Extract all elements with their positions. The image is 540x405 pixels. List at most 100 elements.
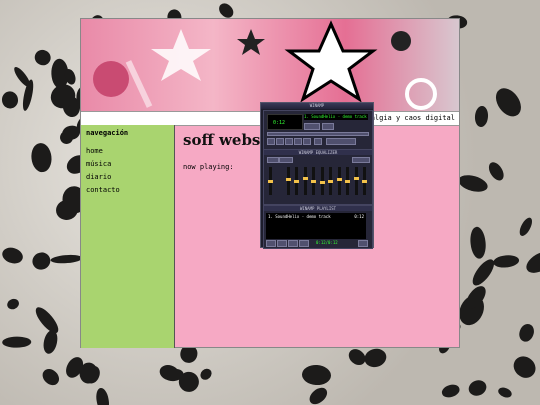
leopard-spot	[516, 215, 534, 238]
time-display: 0:12	[273, 120, 286, 126]
eq-slider-knob[interactable]	[294, 179, 299, 183]
eq-slider-knob[interactable]	[311, 179, 316, 183]
balance-slider[interactable]	[322, 123, 334, 130]
peace-sign	[405, 78, 437, 110]
eq-slider-knob[interactable]	[285, 178, 291, 182]
playlist-title: WINAMP PLAYLIST	[264, 206, 372, 211]
eq-slider-knob[interactable]	[268, 179, 273, 183]
seek-bar[interactable]	[267, 132, 369, 136]
leopard-spot	[30, 249, 54, 273]
guitar-neck	[125, 60, 153, 108]
eq-slider[interactable]	[311, 167, 316, 195]
prev-button[interactable]	[267, 138, 275, 145]
leopard-spot	[198, 366, 215, 382]
eq-slider-knob[interactable]	[319, 180, 325, 184]
leopard-spot	[492, 253, 520, 269]
leopard-spot	[469, 226, 488, 260]
playlist-time: 0:12/0:12	[316, 240, 338, 245]
leopard-spot	[30, 141, 54, 174]
leopard-spot	[5, 296, 21, 311]
eq-slider-knob[interactable]	[353, 177, 359, 180]
leopard-spot	[41, 329, 60, 356]
leopard-spot	[39, 366, 63, 389]
leopard-spot	[1, 336, 31, 348]
eq-slider[interactable]	[336, 167, 342, 195]
eq-slider[interactable]	[294, 167, 299, 195]
eq-presets-button[interactable]	[352, 157, 370, 163]
leopard-spot	[485, 159, 507, 184]
visualizer: 0:12	[267, 114, 303, 130]
pl-add-button[interactable]	[266, 240, 276, 247]
star-shape	[151, 29, 211, 81]
pl-list-button[interactable]	[358, 240, 368, 247]
banner-art	[93, 20, 437, 110]
leopard-spot	[441, 382, 462, 399]
leopard-spot	[32, 47, 54, 69]
eq-slider[interactable]	[328, 167, 333, 195]
eq-slider-knob[interactable]	[328, 179, 333, 183]
playlist-list: 1. SoundHelix - demo track 0:12	[266, 213, 366, 239]
pl-select-button[interactable]	[288, 240, 298, 247]
header-banner	[81, 19, 459, 111]
big-star-shape	[284, 20, 378, 103]
pause-button[interactable]	[285, 138, 293, 145]
eq-slider[interactable]	[302, 167, 308, 195]
winamp-main-window: 0:12 1. SoundHelix - demo track	[263, 110, 373, 150]
leopard-spot	[306, 384, 330, 405]
eq-slider-knob[interactable]	[345, 179, 350, 183]
eq-slider[interactable]	[345, 167, 350, 195]
eject-button[interactable]	[314, 138, 322, 145]
winamp-title[interactable]: WINAMP	[261, 103, 373, 109]
eq-slider[interactable]	[285, 167, 291, 195]
eq-slider-knob[interactable]	[336, 178, 342, 182]
playlist-item[interactable]: 1. SoundHelix - demo track 0:12	[266, 213, 366, 220]
leopard-spot	[362, 346, 389, 371]
leopard-spot	[491, 83, 527, 121]
drum-shape	[391, 31, 411, 51]
leopard-spot	[345, 345, 369, 369]
leopard-spot	[0, 89, 20, 110]
leopard-spot	[466, 377, 489, 399]
heart-blob	[93, 61, 129, 97]
eq-slider[interactable]	[353, 167, 359, 195]
song-title-display: 1. SoundHelix - demo track	[304, 114, 368, 120]
next-button[interactable]	[303, 138, 311, 145]
eq-slider-knob[interactable]	[362, 179, 367, 183]
small-star-shape	[237, 29, 265, 55]
leopard-spot	[509, 352, 540, 383]
equalizer-window: WINAMP EQUALIZER	[263, 149, 373, 205]
pl-misc-button[interactable]	[299, 240, 309, 247]
volume-slider[interactable]	[304, 123, 320, 130]
sidebar-heading: navegación	[86, 129, 129, 137]
stop-button[interactable]	[294, 138, 302, 145]
nav-link-home[interactable]: home	[86, 147, 169, 155]
shuffle-repeat-buttons[interactable]	[326, 138, 356, 145]
winamp-player[interactable]: WINAMP 0:12 1. SoundHelix - demo track W…	[260, 102, 374, 249]
nav-link-diario[interactable]: diario	[86, 173, 169, 181]
eq-slider[interactable]	[319, 167, 325, 195]
leopard-spot	[517, 321, 537, 344]
nav-link-musica[interactable]: música	[86, 160, 169, 168]
leopard-spot	[522, 247, 540, 278]
eq-slider[interactable]	[362, 167, 367, 195]
eq-slider-knob[interactable]	[302, 177, 308, 180]
leopard-spot	[474, 105, 489, 127]
play-button[interactable]	[276, 138, 284, 145]
eq-on-button[interactable]	[267, 157, 279, 163]
sidebar: navegación home música diario contacto	[81, 125, 175, 348]
leopard-spot	[301, 364, 332, 387]
playlist-item-name: 1. SoundHelix - demo track	[268, 214, 331, 219]
leopard-spot	[50, 253, 83, 264]
leopard-spot	[31, 304, 62, 337]
equalizer-title: WINAMP EQUALIZER	[264, 150, 372, 155]
eq-slider[interactable]	[268, 167, 273, 195]
playlist-window: WINAMP PLAYLIST 1. SoundHelix - demo tra…	[263, 205, 373, 249]
playlist-item-duration: 0:12	[354, 214, 364, 219]
leopard-spot	[94, 387, 111, 405]
eq-auto-button[interactable]	[279, 157, 293, 163]
leopard-spot	[0, 245, 25, 266]
pl-remove-button[interactable]	[277, 240, 287, 247]
nav-link-contacto[interactable]: contacto	[86, 186, 169, 194]
leopard-spot	[496, 385, 513, 400]
leopard-spot	[456, 172, 490, 196]
